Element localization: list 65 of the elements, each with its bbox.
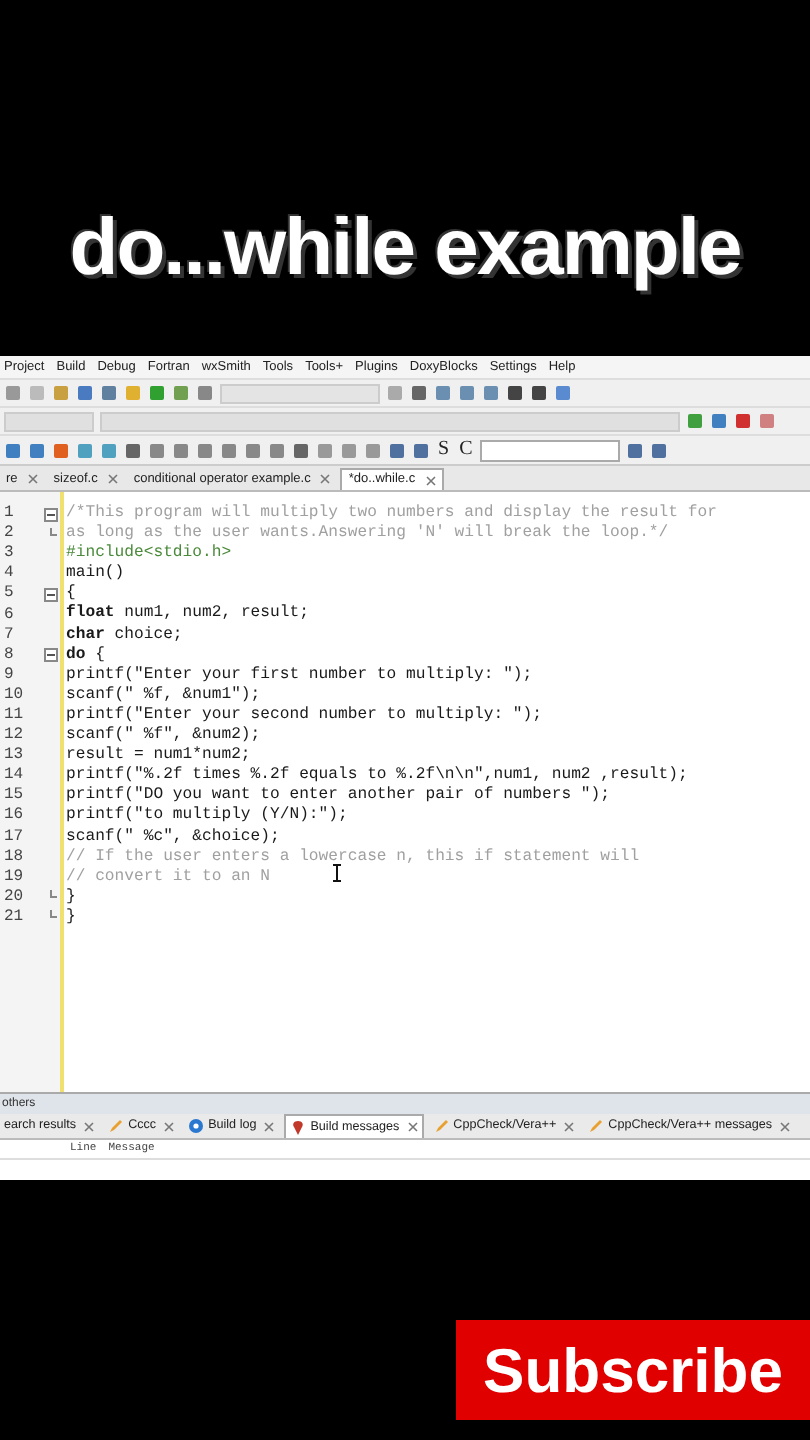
- code-line: {: [66, 586, 76, 603]
- code-line: scanf(" %f, &num1");: [66, 687, 261, 704]
- line-number: 9: [4, 667, 14, 684]
- close-icon[interactable]: [264, 1121, 275, 1131]
- line-number: 21: [4, 909, 24, 926]
- code-line: /*This program will multiply two numbers and display the result for: [66, 506, 717, 523]
- close-icon[interactable]: [425, 475, 436, 485]
- line-number: 19: [4, 869, 24, 886]
- code-line: char choice;: [66, 627, 183, 644]
- code-line: result = num1*num2;: [66, 748, 251, 765]
- search-field[interactable]: [480, 439, 621, 461]
- toolbar-letter-button[interactable]: C: [457, 440, 475, 460]
- code-line: main(): [66, 566, 125, 583]
- code-line: as long as the user wants.Answering 'N' will break the loop.*/: [66, 526, 669, 543]
- toolbar-letter-button[interactable]: S: [436, 440, 452, 460]
- line-number: 13: [4, 748, 24, 765]
- close-icon[interactable]: [164, 1121, 175, 1131]
- code-line: float num1, num2, result;: [66, 606, 309, 624]
- fold-toggle-icon[interactable]: [44, 587, 58, 602]
- close-icon[interactable]: [320, 474, 331, 484]
- line-number: 15: [4, 788, 24, 805]
- code-line: scanf(" %f", &num2);: [66, 728, 261, 745]
- pin-icon: [290, 1119, 307, 1135]
- fold-toggle-icon[interactable]: [44, 507, 58, 522]
- line-number: 7: [4, 627, 14, 644]
- line-number: 11: [4, 707, 24, 724]
- line-number: 17: [4, 829, 24, 846]
- close-icon[interactable]: [27, 474, 38, 484]
- pencil-icon: [588, 1118, 605, 1134]
- line-number: 20: [4, 889, 24, 906]
- close-icon[interactable]: [107, 474, 118, 484]
- line-number: 8: [4, 647, 14, 664]
- code-line: printf("DO you want to enter another pair of numbers ");: [66, 788, 610, 805]
- pencil-icon: [108, 1118, 125, 1134]
- line-number: 18: [4, 849, 24, 866]
- code-line: printf("%.2f times %.2f equals to %.2f\n\n",num1, num2 ,result);: [66, 768, 688, 785]
- line-number: 14: [4, 768, 24, 785]
- code-line: }: [66, 889, 76, 906]
- code-line: printf("Enter your second number to multiply: ");: [66, 707, 542, 725]
- video-title: do...while example: [69, 202, 741, 296]
- close-icon[interactable]: [407, 1122, 418, 1132]
- code-line: // convert it to an N: [66, 869, 270, 886]
- line-number: 2: [4, 526, 14, 543]
- close-icon[interactable]: [780, 1121, 791, 1131]
- subscribe-button[interactable]: Subscribe: [456, 1320, 810, 1420]
- code-line: do {: [66, 647, 105, 664]
- code-line: printf("to multiply (Y/N):");: [66, 808, 348, 825]
- line-number: 5: [4, 586, 14, 603]
- code-line: #include<stdio.h>: [66, 546, 232, 563]
- code-line: }: [66, 909, 76, 926]
- line-number: 16: [4, 808, 24, 825]
- close-icon[interactable]: [564, 1121, 575, 1131]
- code-line: printf("Enter your first number to multiply: ");: [66, 667, 533, 684]
- code-line: scanf(" %c", &choice);: [66, 829, 280, 846]
- close-icon[interactable]: [84, 1121, 95, 1131]
- code-line: // If the user enters a lowercase n, this if statement will: [66, 849, 640, 866]
- text-cursor-icon: [332, 864, 342, 882]
- fold-toggle-icon[interactable]: [44, 648, 58, 663]
- line-number: 6: [4, 607, 14, 624]
- line-number: 4: [4, 566, 14, 583]
- line-number: 3: [4, 546, 14, 563]
- pencil-icon: [433, 1118, 450, 1134]
- line-number: 10: [4, 687, 24, 704]
- line-number: 1: [4, 506, 14, 523]
- line-number: 12: [4, 728, 24, 745]
